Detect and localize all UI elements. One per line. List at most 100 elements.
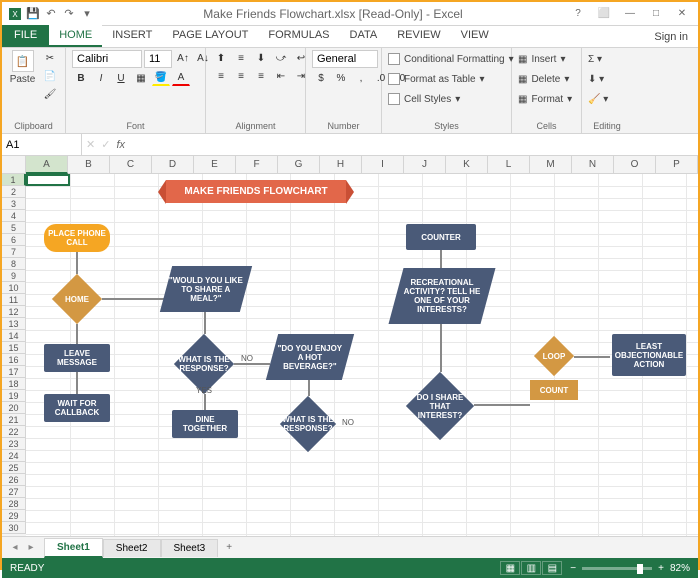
sheet-tab-2[interactable]: Sheet2 [103, 539, 161, 557]
underline-icon[interactable]: U [112, 70, 130, 86]
align-center-icon[interactable]: ≡ [232, 68, 250, 84]
autosum-button[interactable]: Σ ▾ [588, 50, 602, 68]
row-header[interactable]: 18 [2, 378, 26, 390]
row-header[interactable]: 21 [2, 414, 26, 426]
row-header[interactable]: 20 [2, 402, 26, 414]
col-header[interactable]: C [110, 156, 152, 174]
row-header[interactable]: 12 [2, 306, 26, 318]
col-header[interactable]: B [68, 156, 110, 174]
row-header[interactable]: 15 [2, 342, 26, 354]
fill-button[interactable]: ⬇ ▾ [588, 70, 604, 88]
paste-button[interactable]: 📋 Paste [8, 50, 37, 85]
view-normal-icon[interactable]: ▦ [500, 561, 520, 575]
maximize-icon[interactable]: □ [644, 5, 668, 23]
row-header[interactable]: 9 [2, 270, 26, 282]
ribbon-display-icon[interactable]: ⬜ [592, 5, 616, 23]
fc-resp2[interactable]: WHAT IS THE RESPONSE? [280, 396, 336, 452]
col-header[interactable]: F [236, 156, 278, 174]
qat-dropdown-icon[interactable]: ▾ [80, 7, 94, 21]
cancel-formula-icon[interactable]: ✕ [86, 138, 95, 151]
col-header[interactable]: N [572, 156, 614, 174]
italic-icon[interactable]: I [92, 70, 110, 86]
save-icon[interactable]: 💾 [26, 7, 40, 21]
row-header[interactable]: 4 [2, 210, 26, 222]
format-cells-button[interactable]: ▦ Format ▾ [518, 90, 572, 108]
currency-icon[interactable]: $ [312, 70, 330, 86]
cut-icon[interactable]: ✂ [41, 50, 59, 66]
format-as-table-button[interactable]: Format as Table ▾ [388, 70, 485, 88]
row-header[interactable]: 16 [2, 354, 26, 366]
col-header[interactable]: L [488, 156, 530, 174]
tab-view[interactable]: VIEW [451, 25, 499, 47]
row-header[interactable]: 6 [2, 234, 26, 246]
redo-icon[interactable]: ↷ [62, 7, 76, 21]
col-header[interactable]: K [446, 156, 488, 174]
number-format-select[interactable]: General [312, 50, 378, 68]
row-header[interactable]: 11 [2, 294, 26, 306]
col-header[interactable]: E [194, 156, 236, 174]
font-name-select[interactable]: Calibri [72, 50, 142, 68]
orientation-icon[interactable]: ⤻ [272, 50, 290, 66]
clear-button[interactable]: 🧹 ▾ [588, 90, 608, 108]
fc-meal[interactable]: "WOULD YOU LIKE TO SHARE A MEAL?" [160, 266, 252, 312]
copy-icon[interactable]: 📄 [41, 68, 59, 84]
fc-beverage[interactable]: "DO YOU ENJOY A HOT BEVERAGE?" [266, 334, 354, 380]
row-header[interactable]: 7 [2, 246, 26, 258]
col-header[interactable]: O [614, 156, 656, 174]
undo-icon[interactable]: ↶ [44, 7, 58, 21]
row-header[interactable]: 8 [2, 258, 26, 270]
tab-formulas[interactable]: FORMULAS [258, 25, 339, 47]
row-header[interactable]: 27 [2, 486, 26, 498]
tab-home[interactable]: HOME [49, 25, 102, 47]
fc-dine[interactable]: DINE TOGETHER [172, 410, 238, 438]
row-header[interactable]: 17 [2, 366, 26, 378]
col-header[interactable]: G [278, 156, 320, 174]
col-header[interactable]: J [404, 156, 446, 174]
select-all-corner[interactable] [2, 156, 26, 174]
delete-cells-button[interactable]: ▦ Delete ▾ [518, 70, 569, 88]
increase-font-icon[interactable]: A↑ [174, 50, 192, 66]
close-icon[interactable]: ✕ [670, 5, 694, 23]
cell-styles-button[interactable]: Cell Styles ▾ [388, 90, 460, 108]
zoom-level[interactable]: 82% [670, 563, 690, 574]
align-bottom-icon[interactable]: ⬇ [252, 50, 270, 66]
align-right-icon[interactable]: ≡ [252, 68, 270, 84]
border-icon[interactable]: ▦ [132, 70, 150, 86]
col-header[interactable]: A [26, 156, 68, 174]
help-icon[interactable]: ? [566, 5, 590, 23]
sheet-nav-last-icon[interactable]: ▸ [24, 542, 38, 553]
font-size-select[interactable]: 11 [144, 50, 172, 68]
decrease-indent-icon[interactable]: ⇤ [272, 68, 290, 84]
col-header[interactable]: M [530, 156, 572, 174]
tab-file[interactable]: FILE [2, 25, 49, 47]
row-header[interactable]: 3 [2, 198, 26, 210]
format-painter-icon[interactable]: 🖌 [41, 86, 59, 102]
row-header[interactable]: 19 [2, 390, 26, 402]
col-header[interactable]: P [656, 156, 698, 174]
row-header[interactable]: 5 [2, 222, 26, 234]
row-header[interactable]: 10 [2, 282, 26, 294]
col-header[interactable]: I [362, 156, 404, 174]
fc-resp1[interactable]: WHAT IS THE RESPONSE? [174, 334, 234, 394]
sheet-nav-first-icon[interactable]: ◂ [8, 542, 22, 553]
fx-icon[interactable]: fx [116, 139, 125, 151]
sheet-add-button[interactable]: + [218, 539, 240, 556]
zoom-slider[interactable] [582, 567, 652, 570]
enter-formula-icon[interactable]: ✓ [101, 138, 110, 151]
align-left-icon[interactable]: ≡ [212, 68, 230, 84]
zoom-in-icon[interactable]: + [658, 563, 664, 574]
align-top-icon[interactable]: ⬆ [212, 50, 230, 66]
row-header[interactable]: 29 [2, 510, 26, 522]
fc-wait[interactable]: WAIT FOR CALLBACK [44, 394, 110, 422]
fc-action[interactable]: LEAST OBJECTIONABLE ACTION [612, 334, 686, 376]
fill-color-icon[interactable]: 🪣 [152, 70, 170, 86]
row-header[interactable]: 26 [2, 474, 26, 486]
row-header[interactable]: 30 [2, 522, 26, 534]
row-header[interactable]: 14 [2, 330, 26, 342]
fc-count[interactable]: COUNT [530, 380, 578, 400]
row-header[interactable]: 1 [2, 174, 26, 186]
tab-data[interactable]: DATA [340, 25, 388, 47]
tab-page-layout[interactable]: PAGE LAYOUT [162, 25, 258, 47]
zoom-out-icon[interactable]: − [570, 563, 576, 574]
sign-in-link[interactable]: Sign in [644, 27, 698, 47]
